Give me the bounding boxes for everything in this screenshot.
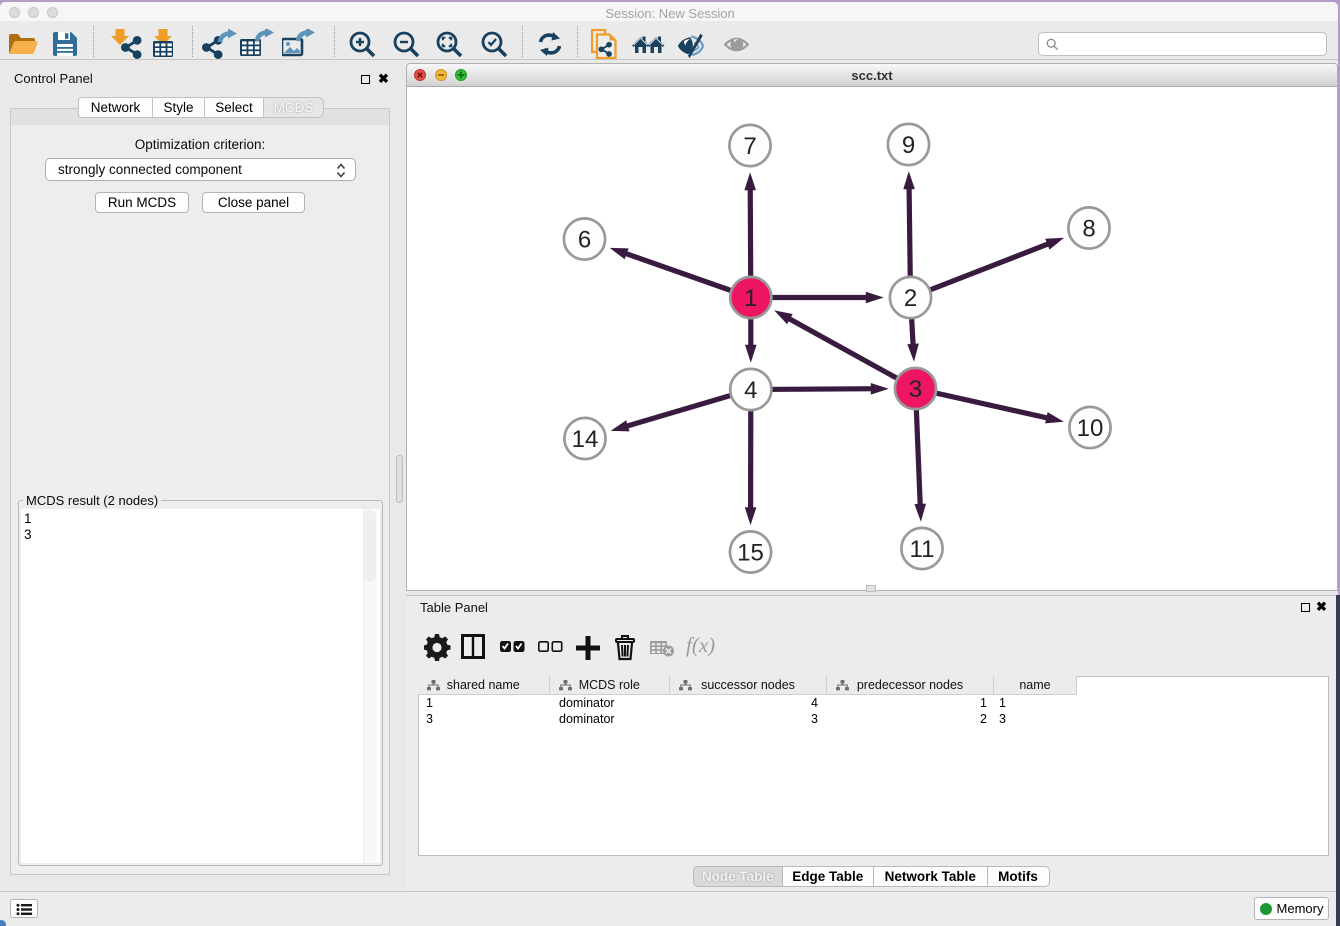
- svg-text:1: 1: [744, 285, 757, 312]
- svg-text:11: 11: [910, 536, 935, 563]
- svg-text:7: 7: [743, 133, 756, 160]
- svg-text:10: 10: [1077, 415, 1104, 442]
- svg-text:4: 4: [744, 377, 757, 404]
- svg-text:3: 3: [909, 376, 922, 403]
- svg-text:2: 2: [904, 285, 917, 312]
- svg-text:15: 15: [737, 539, 764, 566]
- svg-text:9: 9: [902, 132, 915, 159]
- svg-text:14: 14: [572, 426, 599, 453]
- svg-text:6: 6: [578, 226, 591, 253]
- svg-text:8: 8: [1082, 215, 1095, 242]
